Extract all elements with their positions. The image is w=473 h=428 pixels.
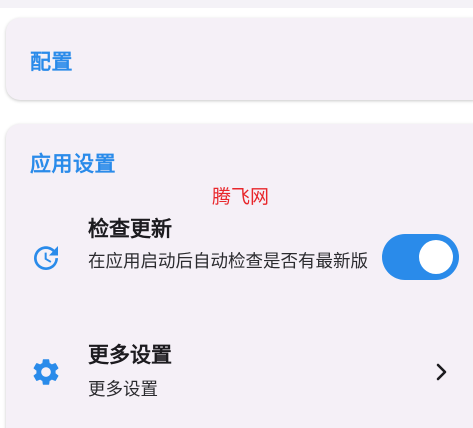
- previous-card-edge: [0, 0, 473, 8]
- auto-check-update-toggle[interactable]: [382, 234, 459, 280]
- check-update-title: 检查更新: [88, 217, 172, 241]
- gear-icon: [33, 359, 59, 385]
- check-update-subtitle: 在应用启动后自动检查是否有最新版: [88, 252, 368, 272]
- update-clock-icon: [34, 246, 58, 270]
- check-update-row[interactable]: 检查更新 在应用启动后自动检查是否有最新版: [0, 214, 473, 310]
- more-settings-subtitle: 更多设置: [88, 380, 158, 400]
- watermark: 腾飞网: [212, 186, 270, 208]
- toggle-knob: [419, 240, 453, 274]
- app-settings-section-title: 应用设置: [30, 152, 116, 176]
- settings-page: 配置 应用设置 腾飞网 检查更新 在应用启动后自动检查是否有最新版 更多设置 更…: [0, 0, 473, 428]
- chevron-right-icon: [436, 363, 447, 381]
- more-settings-title: 更多设置: [88, 343, 172, 367]
- config-section-title: 配置: [30, 50, 73, 74]
- config-card[interactable]: 配置: [6, 18, 473, 100]
- more-settings-row[interactable]: 更多设置 更多设置: [0, 340, 473, 406]
